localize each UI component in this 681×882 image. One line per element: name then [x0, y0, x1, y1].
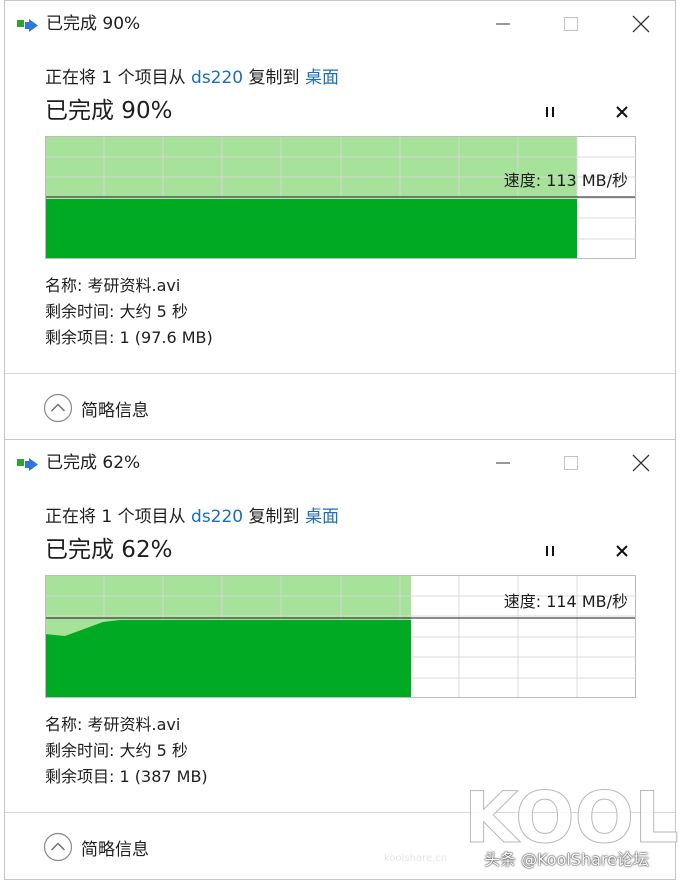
stop-icon [616, 545, 628, 557]
progress-chart: 速度: 113 MB/秒 [45, 136, 636, 259]
detail-time: 剩余时间: 大约 5 秒 [45, 738, 208, 764]
detail-items-label: 剩余项目: [45, 767, 115, 786]
detail-name-label: 名称: [45, 715, 83, 734]
copy-middle: 复制到 [248, 68, 300, 88]
speed-label: 速度: 114 MB/秒 [503, 592, 628, 611]
detail-time-value: 大约 5 秒 [119, 302, 188, 321]
destination-link[interactable]: 桌面 [305, 507, 339, 527]
progress-title: 已完成 90% [45, 98, 173, 124]
source-link[interactable]: ds220 [191, 68, 243, 88]
pause-button[interactable] [539, 101, 561, 123]
detail-name-value: 考研资料.avi [87, 276, 181, 295]
screenshot: 已完成 90% 正在将 1 个项目从 ds220 复制到 桌面 已完成 90% [0, 0, 681, 882]
detail-name-label: 名称: [45, 276, 83, 295]
pause-icon [546, 107, 554, 117]
copy-dialog-1: 已完成 90% 正在将 1 个项目从 ds220 复制到 桌面 已完成 90% [4, 0, 676, 440]
window-title: 已完成 90% [46, 14, 141, 34]
dialog-footer: 简略信息 [5, 373, 675, 440]
maximize-button[interactable] [548, 7, 594, 41]
copy-middle: 复制到 [248, 507, 300, 527]
close-button[interactable] [618, 446, 664, 480]
window-title: 已完成 62% [46, 453, 141, 473]
progress-chart: 速度: 114 MB/秒 [45, 575, 636, 698]
minimize-icon [496, 462, 510, 464]
speed-label: 速度: 113 MB/秒 [503, 171, 628, 190]
less-details-toggle[interactable]: 简略信息 [43, 392, 149, 424]
detail-items: 剩余项目: 1 (97.6 MB) [45, 325, 213, 351]
detail-time-value: 大约 5 秒 [119, 741, 188, 760]
detail-time-label: 剩余时间: [45, 741, 115, 760]
detail-name-value: 考研资料.avi [87, 715, 181, 734]
file-copy-icon [17, 458, 38, 471]
progress-title: 已完成 62% [45, 537, 173, 563]
transfer-speed-graph [45, 136, 636, 259]
close-icon [632, 454, 650, 472]
detail-items: 剩余项目: 1 (387 MB) [45, 764, 208, 790]
pause-icon [546, 546, 554, 556]
pause-button[interactable] [539, 540, 561, 562]
chevron-up-circle-icon [43, 832, 73, 862]
maximize-icon [564, 17, 578, 31]
copy-dialog-2: 已完成 62% 正在将 1 个项目从 ds220 复制到 桌面 已完成 62% [4, 439, 676, 880]
dialog-footer: 简略信息 [5, 812, 675, 879]
stop-button[interactable] [611, 101, 633, 123]
close-button[interactable] [618, 7, 664, 41]
minimize-button[interactable] [480, 7, 526, 41]
detail-items-label: 剩余项目: [45, 328, 115, 347]
maximize-button[interactable] [548, 446, 594, 480]
destination-link[interactable]: 桌面 [305, 68, 339, 88]
chevron-up-circle-icon [43, 393, 73, 423]
copy-description: 正在将 1 个项目从 ds220 复制到 桌面 [45, 506, 339, 528]
title-bar[interactable]: 已完成 90% [5, 1, 675, 47]
speed-area [45, 199, 577, 259]
detail-time-label: 剩余时间: [45, 302, 115, 321]
stop-icon [616, 106, 628, 118]
stop-button[interactable] [611, 540, 633, 562]
file-copy-icon [17, 19, 38, 32]
minimize-button[interactable] [480, 446, 526, 480]
detail-name: 名称: 考研资料.avi [45, 712, 208, 738]
copy-description: 正在将 1 个项目从 ds220 复制到 桌面 [45, 67, 339, 89]
copy-prefix: 正在将 1 个项目从 [45, 507, 186, 527]
detail-items-value: 1 (387 MB) [119, 767, 208, 786]
maximize-icon [564, 456, 578, 470]
copy-prefix: 正在将 1 个项目从 [45, 68, 186, 88]
source-link[interactable]: ds220 [191, 507, 243, 527]
details-panel: 名称: 考研资料.avi 剩余时间: 大约 5 秒 剩余项目: 1 (97.6 … [45, 273, 213, 351]
close-icon [632, 15, 650, 33]
speed-area [45, 620, 411, 698]
less-details-label: 简略信息 [81, 839, 149, 860]
less-details-toggle[interactable]: 简略信息 [43, 831, 149, 863]
detail-items-value: 1 (97.6 MB) [119, 328, 213, 347]
detail-name: 名称: 考研资料.avi [45, 273, 213, 299]
detail-time: 剩余时间: 大约 5 秒 [45, 299, 213, 325]
title-bar[interactable]: 已完成 62% [5, 440, 675, 486]
less-details-label: 简略信息 [81, 400, 149, 421]
details-panel: 名称: 考研资料.avi 剩余时间: 大约 5 秒 剩余项目: 1 (387 M… [45, 712, 208, 790]
minimize-icon [496, 23, 510, 25]
